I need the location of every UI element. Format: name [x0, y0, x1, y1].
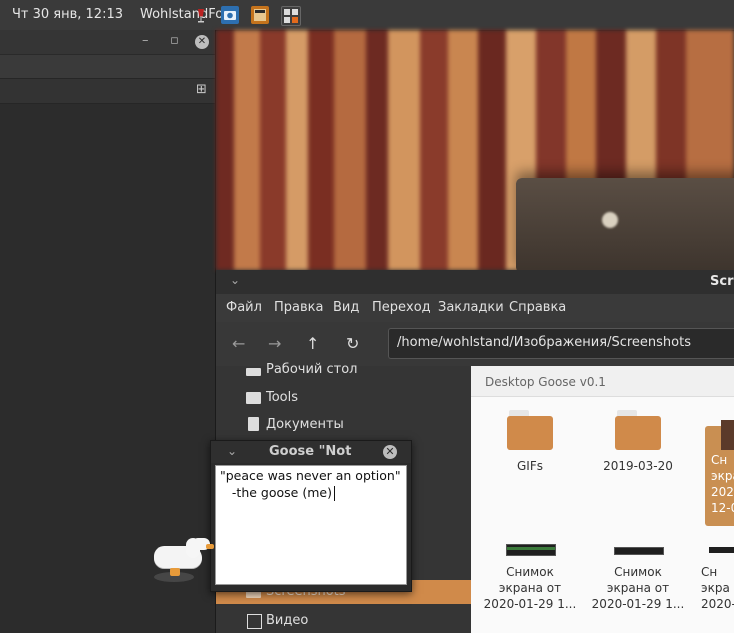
reload-icon[interactable]: ↻: [346, 334, 359, 353]
file-name: Снимок экрана от 2020-01-29 1...: [591, 565, 685, 611]
folder-icon: [615, 416, 661, 450]
close-icon[interactable]: ✕: [383, 445, 397, 459]
goose-beak: [206, 544, 214, 549]
file-manager-title: Scr: [710, 274, 734, 289]
file-item[interactable]: Сн экра 2020-: [701, 544, 734, 624]
file-name: Сн экра 2020-: [701, 565, 734, 611]
screenshot-thumbnail: [614, 547, 664, 555]
minimize-icon[interactable]: –: [142, 33, 149, 48]
file-manager-titlebar: ⌄ Scr: [216, 270, 734, 294]
goose-foot: [170, 568, 180, 576]
sidebar-item-video[interactable]: Видео: [266, 613, 308, 628]
menu-view[interactable]: Вид: [333, 300, 359, 315]
video-icon: [247, 614, 262, 629]
close-icon[interactable]: ✕: [195, 35, 209, 49]
note-line: -the goose (me): [220, 485, 332, 500]
file-name: Снимок экрана от 2020-01-29 1...: [483, 565, 577, 611]
split-view-icon[interactable]: ⊞: [196, 82, 207, 97]
calculator-icon[interactable]: [281, 6, 301, 26]
wallpaper-highlight: [602, 212, 618, 228]
goose-window-tooltip: Desktop Goose v0.1: [471, 366, 734, 397]
maximize-icon[interactable]: ▫: [170, 33, 179, 48]
forward-arrow-icon[interactable]: →: [268, 334, 281, 353]
back-arrow-icon[interactable]: ←: [232, 334, 245, 353]
camera-icon[interactable]: [221, 6, 239, 24]
folder-icon: [246, 392, 261, 404]
note-title: Goose "Not: [269, 444, 352, 459]
file-item[interactable]: Снимок экрана от 2020-01-29 1...: [475, 544, 585, 624]
menu-file[interactable]: Файл: [226, 300, 262, 315]
clock[interactable]: Чт 30 янв, 12:13: [12, 7, 123, 22]
goose-note-window[interactable]: ⌄ Goose "Not ✕ "peace was never an optio…: [210, 440, 412, 592]
screenshot-icon[interactable]: [251, 6, 269, 24]
window-menu-chevron-icon[interactable]: ⌄: [230, 273, 240, 287]
thumbnail-detail: [507, 547, 555, 550]
left-window-titlebar: – ▫ ✕: [0, 30, 215, 54]
folder-icon: [507, 416, 553, 450]
text-cursor: [334, 486, 335, 501]
file-item-selected[interactable]: Сн экра 202 12-0: [705, 420, 734, 526]
top-panel: Чт 30 янв, 12:13 WohlstandFox: [0, 0, 734, 31]
menu-go[interactable]: Переход: [372, 300, 431, 315]
file-item[interactable]: GIFs: [475, 406, 585, 476]
image-thumbnail: [721, 420, 734, 450]
desktop-goose[interactable]: [150, 538, 214, 584]
menu-bookmarks[interactable]: Закладки: [438, 300, 504, 315]
screenshot-thumbnail: [709, 547, 734, 553]
menu-edit[interactable]: Правка: [274, 300, 323, 315]
note-text-area[interactable]: "peace was never an option" -the goose (…: [215, 465, 407, 585]
tooltip-text: Desktop Goose v0.1: [485, 375, 606, 389]
sidebar-item-documents[interactable]: Документы: [266, 417, 344, 432]
active-app-title[interactable]: WohlstandFox: [140, 7, 231, 22]
note-line: "peace was never an option": [220, 468, 401, 483]
desktop-folder-icon: [246, 368, 261, 376]
sidebar-item-desktop[interactable]: Рабочий стол: [266, 362, 357, 377]
window-menu-chevron-icon[interactable]: ⌄: [227, 444, 237, 458]
sidebar-item-tools[interactable]: Tools: [266, 390, 298, 405]
left-window-toolbar: [0, 54, 215, 79]
file-name: GIFs: [517, 459, 543, 473]
documents-icon: [248, 417, 259, 431]
location-bar[interactable]: /home/wohlstand/Изображения/Screenshots: [388, 328, 734, 359]
location-path: /home/wohlstand/Изображения/Screenshots: [397, 335, 691, 350]
file-view: Desktop Goose v0.1 GIFs 2019-03-20 Сн эк…: [471, 366, 734, 633]
screenshot-thumbnail: [506, 544, 556, 556]
file-name: 2019-03-20: [603, 459, 673, 473]
note-titlebar[interactable]: ⌄ Goose "Not ✕: [211, 441, 411, 463]
file-name: Сн экра 202 12-0: [711, 453, 734, 515]
wallpaper-object: [516, 178, 734, 273]
left-window-header: ⊞: [0, 78, 215, 104]
menu-help[interactable]: Справка: [509, 300, 566, 315]
up-arrow-icon[interactable]: ↑: [306, 334, 319, 353]
wine-icon[interactable]: [192, 6, 210, 24]
file-item[interactable]: Снимок экрана от 2020-01-29 1...: [583, 544, 693, 624]
file-item[interactable]: 2019-03-20: [583, 406, 693, 476]
